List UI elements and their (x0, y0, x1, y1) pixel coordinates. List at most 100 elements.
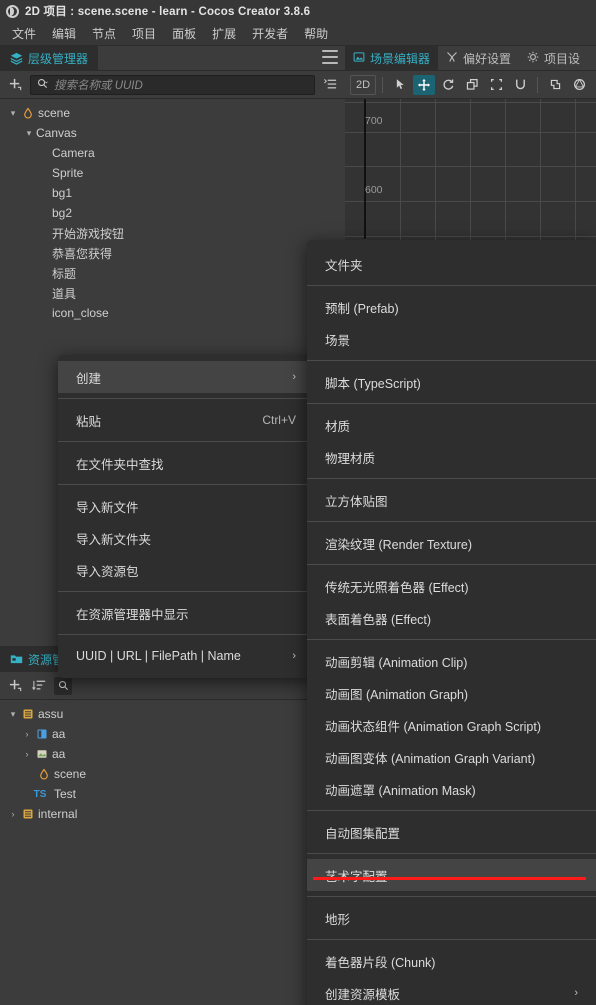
select-tool-icon[interactable] (389, 75, 411, 95)
asset-node-scene[interactable]: scene (0, 764, 345, 784)
scale-tool-icon[interactable] (461, 75, 483, 95)
tree-node-sprite[interactable]: Sprite (0, 163, 345, 183)
hamburger-icon[interactable] (322, 50, 338, 64)
tree-node-title[interactable]: 标题 (0, 263, 345, 283)
add-node-icon[interactable] (6, 76, 24, 94)
menu-item-label: 自动图集配置 (325, 826, 401, 841)
tree-node-congrats[interactable]: 恭喜您获得 (0, 243, 345, 263)
submenu-item-scene[interactable]: 场景 (307, 323, 596, 355)
scene-editor-tab-bar: 场景编辑器 偏好设置 项目设 (345, 46, 596, 71)
tree-node-scene[interactable]: ▾ scene (0, 103, 345, 123)
menu-separator (307, 285, 596, 286)
magnet-tool-icon[interactable] (509, 75, 531, 95)
gear-icon (527, 51, 539, 66)
chevron-down-icon[interactable]: ▾ (6, 108, 20, 119)
toggle-2d-3d-button[interactable]: 2D (350, 74, 376, 95)
chevron-right-icon[interactable]: › (20, 749, 34, 759)
menu-item-label: 表面着色器 (Effect) (325, 612, 432, 627)
tab-hierarchy[interactable]: 层级管理器 (0, 45, 99, 71)
menu-separator (307, 521, 596, 522)
rect-tool-icon[interactable] (485, 75, 507, 95)
tab-preferences[interactable]: 偏好设置 (438, 46, 519, 71)
menu-separator (58, 484, 314, 485)
submenu-item-unlit-effect[interactable]: 传统无光照着色器 (Effect) (307, 570, 596, 602)
annotation-underline (313, 877, 586, 880)
layers-icon (10, 52, 23, 65)
submenu-item-animation-graph-variant[interactable]: 动画图变体 (Animation Graph Variant) (307, 741, 596, 773)
submenu-item-typescript[interactable]: 脚本 (TypeScript) (307, 366, 596, 398)
menu-file[interactable]: 文件 (4, 23, 44, 44)
sort-icon[interactable] (30, 677, 48, 695)
asset-node-internal[interactable]: › internal (0, 804, 345, 824)
rotate-tool-icon[interactable] (437, 75, 459, 95)
tree-node-icon-close[interactable]: icon_close (0, 303, 345, 323)
asset-node-test-script[interactable]: TS Test (0, 784, 345, 804)
menu-item-paste[interactable]: 粘贴 Ctrl+V (58, 404, 314, 436)
submenu-item-cubemap[interactable]: 立方体贴图 (307, 484, 596, 516)
menu-item-import-package[interactable]: 导入资源包 (58, 554, 314, 586)
menu-extension[interactable]: 扩展 (204, 23, 244, 44)
tab-project-settings[interactable]: 项目设 (519, 46, 588, 71)
submenu-item-render-texture[interactable]: 渲染纹理 (Render Texture) (307, 527, 596, 559)
asset-node-assets[interactable]: ▾ assu (0, 704, 345, 724)
tree-node-bg1[interactable]: bg1 (0, 183, 345, 203)
menu-node[interactable]: 节点 (84, 23, 124, 44)
submenu-item-asset-template[interactable]: 创建资源模板 › (307, 977, 596, 1005)
move-tool-icon[interactable] (413, 74, 435, 95)
asset-node-aa-atlas[interactable]: › aa (0, 724, 345, 744)
search-input[interactable]: 搜索名称或 UUID (30, 74, 315, 95)
menu-panel[interactable]: 面板 (164, 23, 204, 44)
coord-tool-icon[interactable] (568, 75, 590, 95)
grid-line (345, 236, 596, 237)
menu-edit[interactable]: 编辑 (44, 23, 84, 44)
menu-item-show-in-explorer[interactable]: 在资源管理器中显示 (58, 597, 314, 629)
tree-node-start-button[interactable]: 开始游戏按钮 (0, 223, 345, 243)
submenu-item-auto-atlas[interactable]: 自动图集配置 (307, 816, 596, 848)
context-menu: 创建 › 粘贴 Ctrl+V 在文件夹中查找 导入新文件 导入新文件夹 导入资源… (58, 355, 314, 678)
ts-icon: TS (33, 788, 47, 800)
menu-separator (307, 403, 596, 404)
submenu-item-animation-graph[interactable]: 动画图 (Animation Graph) (307, 677, 596, 709)
tab-scene-editor[interactable]: 场景编辑器 (345, 46, 439, 71)
submenu-item-animation-graph-script[interactable]: 动画状态组件 (Animation Graph Script) (307, 709, 596, 741)
submenu-item-animation-mask[interactable]: 动画遮罩 (Animation Mask) (307, 773, 596, 805)
tree-node-canvas[interactable]: ▾ Canvas (0, 123, 345, 143)
menu-item-label: 在资源管理器中显示 (76, 607, 189, 622)
submenu-item-animation-clip[interactable]: 动画剪辑 (Animation Clip) (307, 645, 596, 677)
menu-item-copy-uuid-url[interactable]: UUID | URL | FilePath | Name › (58, 640, 314, 672)
pivot-tool-icon[interactable] (544, 75, 566, 95)
submenu-item-material[interactable]: 材质 (307, 409, 596, 441)
asset-node-label: Test (54, 787, 77, 801)
submenu-item-folder[interactable]: 文件夹 (307, 248, 596, 280)
menu-item-label: UUID | URL | FilePath | Name (76, 649, 241, 663)
submenu-item-prefab[interactable]: 预制 (Prefab) (307, 291, 596, 323)
menu-item-label: 导入新文件 (76, 500, 139, 515)
asset-node-label: aa (52, 747, 66, 761)
asset-node-aa-image[interactable]: › aa (0, 744, 345, 764)
menu-developer[interactable]: 开发者 (244, 23, 296, 44)
menu-item-create[interactable]: 创建 › (58, 361, 314, 393)
submenu-item-bitmap-font-config[interactable]: 艺术字配置 (307, 859, 596, 891)
menu-item-import-file[interactable]: 导入新文件 (58, 490, 314, 522)
submenu-item-physics-material[interactable]: 物理材质 (307, 441, 596, 473)
add-asset-icon[interactable] (6, 677, 24, 695)
assets-search-icon[interactable] (54, 676, 72, 695)
menu-item-find-in-folder[interactable]: 在文件夹中查找 (58, 447, 314, 479)
submenu-item-terrain[interactable]: 地形 (307, 902, 596, 934)
submenu-item-surface-effect[interactable]: 表面着色器 (Effect) (307, 602, 596, 634)
menu-project[interactable]: 项目 (124, 23, 164, 44)
ruler-label-600: 600 (365, 184, 383, 196)
chevron-right-icon[interactable]: › (6, 809, 20, 819)
chevron-down-icon[interactable]: ▾ (6, 709, 20, 720)
chevron-down-icon[interactable]: ▾ (22, 128, 36, 139)
submenu-item-shader-chunk[interactable]: 着色器片段 (Chunk) (307, 945, 596, 977)
tree-node-bg2[interactable]: bg2 (0, 203, 345, 223)
menu-item-import-folder[interactable]: 导入新文件夹 (58, 522, 314, 554)
filter-list-icon[interactable] (321, 76, 339, 94)
chevron-right-icon[interactable]: › (20, 729, 34, 739)
tree-node-camera[interactable]: Camera (0, 143, 345, 163)
menu-help[interactable]: 帮助 (296, 23, 336, 44)
menu-item-label: 动画图 (Animation Graph) (325, 687, 469, 702)
tree-node-props[interactable]: 道具 (0, 283, 345, 303)
menu-separator (307, 478, 596, 479)
